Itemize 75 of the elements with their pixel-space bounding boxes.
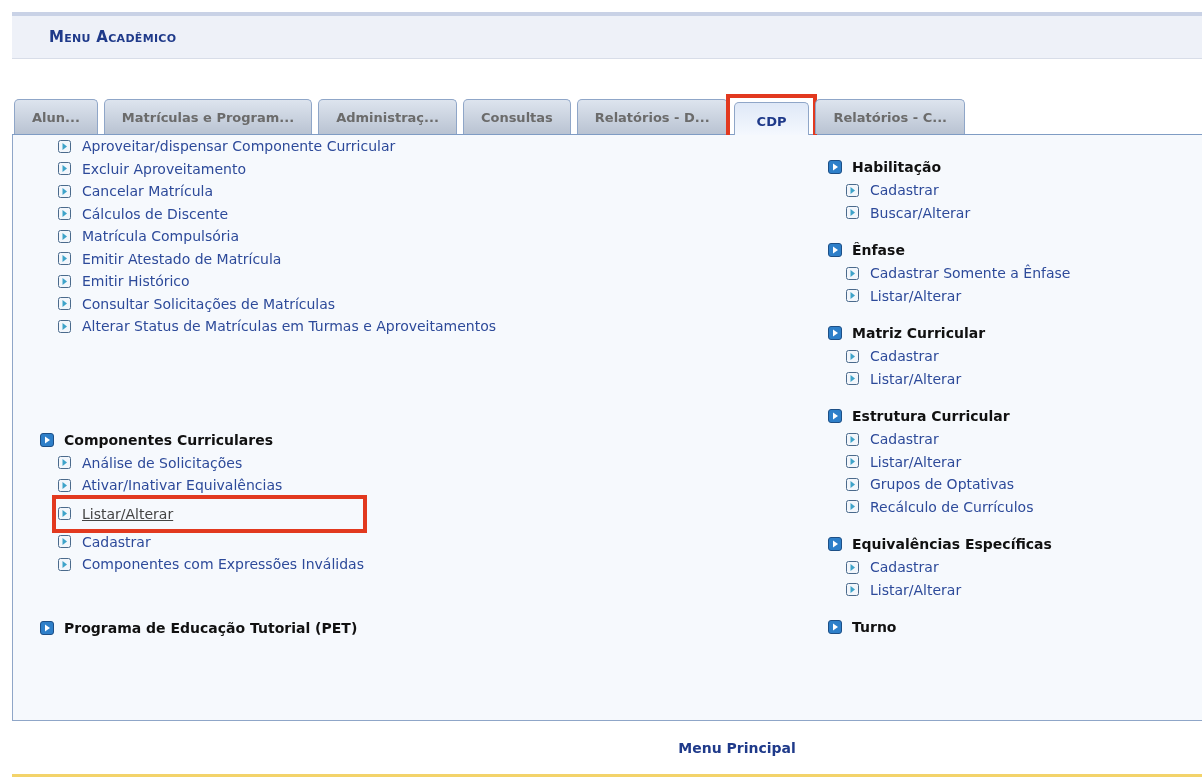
menu-link[interactable]: Listar/Alterar — [870, 453, 962, 470]
menu-link[interactable]: Componentes com Expressões Inválidas — [82, 556, 364, 573]
tab[interactable]: Relatórios - D... — [576, 99, 728, 134]
play-bullet-icon — [58, 207, 71, 221]
tab[interactable]: Consultas — [462, 99, 571, 134]
section-title: Ênfase — [852, 242, 905, 258]
play-bullet-icon — [846, 372, 859, 386]
section-title: Matriz Curricular — [852, 325, 986, 341]
menu-link[interactable]: Emitir Atestado de Matrícula — [82, 250, 282, 267]
play-bullet-icon — [846, 455, 859, 469]
menu-link[interactable]: Buscar/Alterar — [870, 204, 971, 221]
menu-link[interactable]: Ativar/Inativar Equivalências — [82, 477, 283, 494]
menu-link[interactable]: Listar/Alterar — [870, 581, 962, 598]
play-bullet-icon — [58, 456, 71, 470]
play-bullet-icon — [58, 507, 71, 520]
menu-link[interactable]: Cadastrar — [870, 182, 939, 199]
section-bullet-icon — [828, 160, 842, 174]
menu-link[interactable]: Cadastrar — [870, 348, 939, 365]
menu-link[interactable]: Listar/Alterar — [870, 287, 962, 304]
play-bullet-icon — [58, 184, 71, 198]
play-bullet-icon — [58, 139, 71, 153]
menu-link[interactable]: Grupos de Optativas — [870, 476, 1015, 493]
header-title: Menu Acadêmico — [49, 28, 177, 46]
section-bullet-icon — [828, 537, 842, 551]
section-title: Turno — [852, 619, 897, 635]
menu-link[interactable]: Análise de Solicitações — [82, 454, 243, 471]
tab[interactable]: Relatórios - C... — [815, 99, 965, 134]
play-bullet-icon — [846, 183, 859, 197]
play-bullet-icon — [846, 500, 859, 514]
section-bullet-icon — [828, 326, 842, 340]
menu-link[interactable]: Matrícula Compulsória — [82, 228, 239, 245]
menu-link[interactable]: Cadastrar Somente a Ênfase — [870, 265, 1071, 282]
section-bullet-icon — [828, 243, 842, 257]
menu-link[interactable]: Listar/Alterar — [870, 370, 962, 387]
play-bullet-icon — [846, 432, 859, 446]
menu-link[interactable]: Recálculo de Currículos — [870, 498, 1034, 515]
tab[interactable]: Matrículas e Program... — [103, 99, 313, 134]
section-bullet-icon — [40, 432, 54, 447]
play-bullet-icon — [58, 252, 71, 266]
menu-link[interactable]: Cálculos de Discente — [82, 205, 229, 222]
section-bullet-icon — [828, 409, 842, 423]
play-bullet-icon — [58, 478, 71, 492]
section-bullet-icon — [828, 620, 842, 634]
main-menu-link[interactable]: Menu Principal — [678, 739, 796, 756]
menu-link[interactable]: Consultar Solicitações de Matrículas — [82, 295, 336, 312]
play-bullet-icon — [58, 319, 71, 333]
menu-link[interactable]: Cadastrar — [870, 559, 939, 576]
menu-link[interactable]: Emitir Histórico — [82, 273, 190, 290]
section-title: Estrutura Curricular — [852, 408, 1010, 424]
menu-link[interactable]: Listar/Alterar — [82, 505, 174, 522]
play-bullet-icon — [58, 162, 71, 176]
play-bullet-icon — [58, 274, 71, 288]
play-bullet-icon — [846, 289, 859, 303]
play-bullet-icon — [846, 206, 859, 220]
play-bullet-icon — [58, 297, 71, 311]
play-bullet-icon — [846, 583, 859, 597]
section-bullet-icon — [40, 620, 54, 635]
play-bullet-icon — [846, 349, 859, 363]
menu-link[interactable]: Excluir Aproveitamento — [82, 160, 246, 177]
play-bullet-icon — [846, 560, 859, 574]
menu-link[interactable]: Cadastrar — [870, 431, 939, 448]
menu-link[interactable]: Cancelar Matrícula — [82, 183, 214, 200]
section-title: Equivalências Específicas — [852, 536, 1052, 552]
menu-link[interactable]: Cadastrar — [82, 533, 151, 550]
play-bullet-icon — [58, 557, 71, 571]
play-bullet-icon — [58, 229, 71, 243]
section-title: Programa de Educação Tutorial (PET) — [64, 619, 358, 636]
section-title: Componentes Curriculares — [64, 431, 274, 448]
play-bullet-icon — [58, 535, 71, 549]
play-bullet-icon — [846, 266, 859, 280]
menu-link[interactable]: Aproveitar/dispensar Componente Curricular — [82, 138, 396, 155]
play-bullet-icon — [846, 477, 859, 491]
menu-link[interactable]: Alterar Status de Matrículas em Turmas e Aproveitamentos — [82, 318, 497, 335]
tab[interactable]: Administraç... — [318, 99, 457, 134]
section-title: Habilitação — [852, 159, 942, 175]
